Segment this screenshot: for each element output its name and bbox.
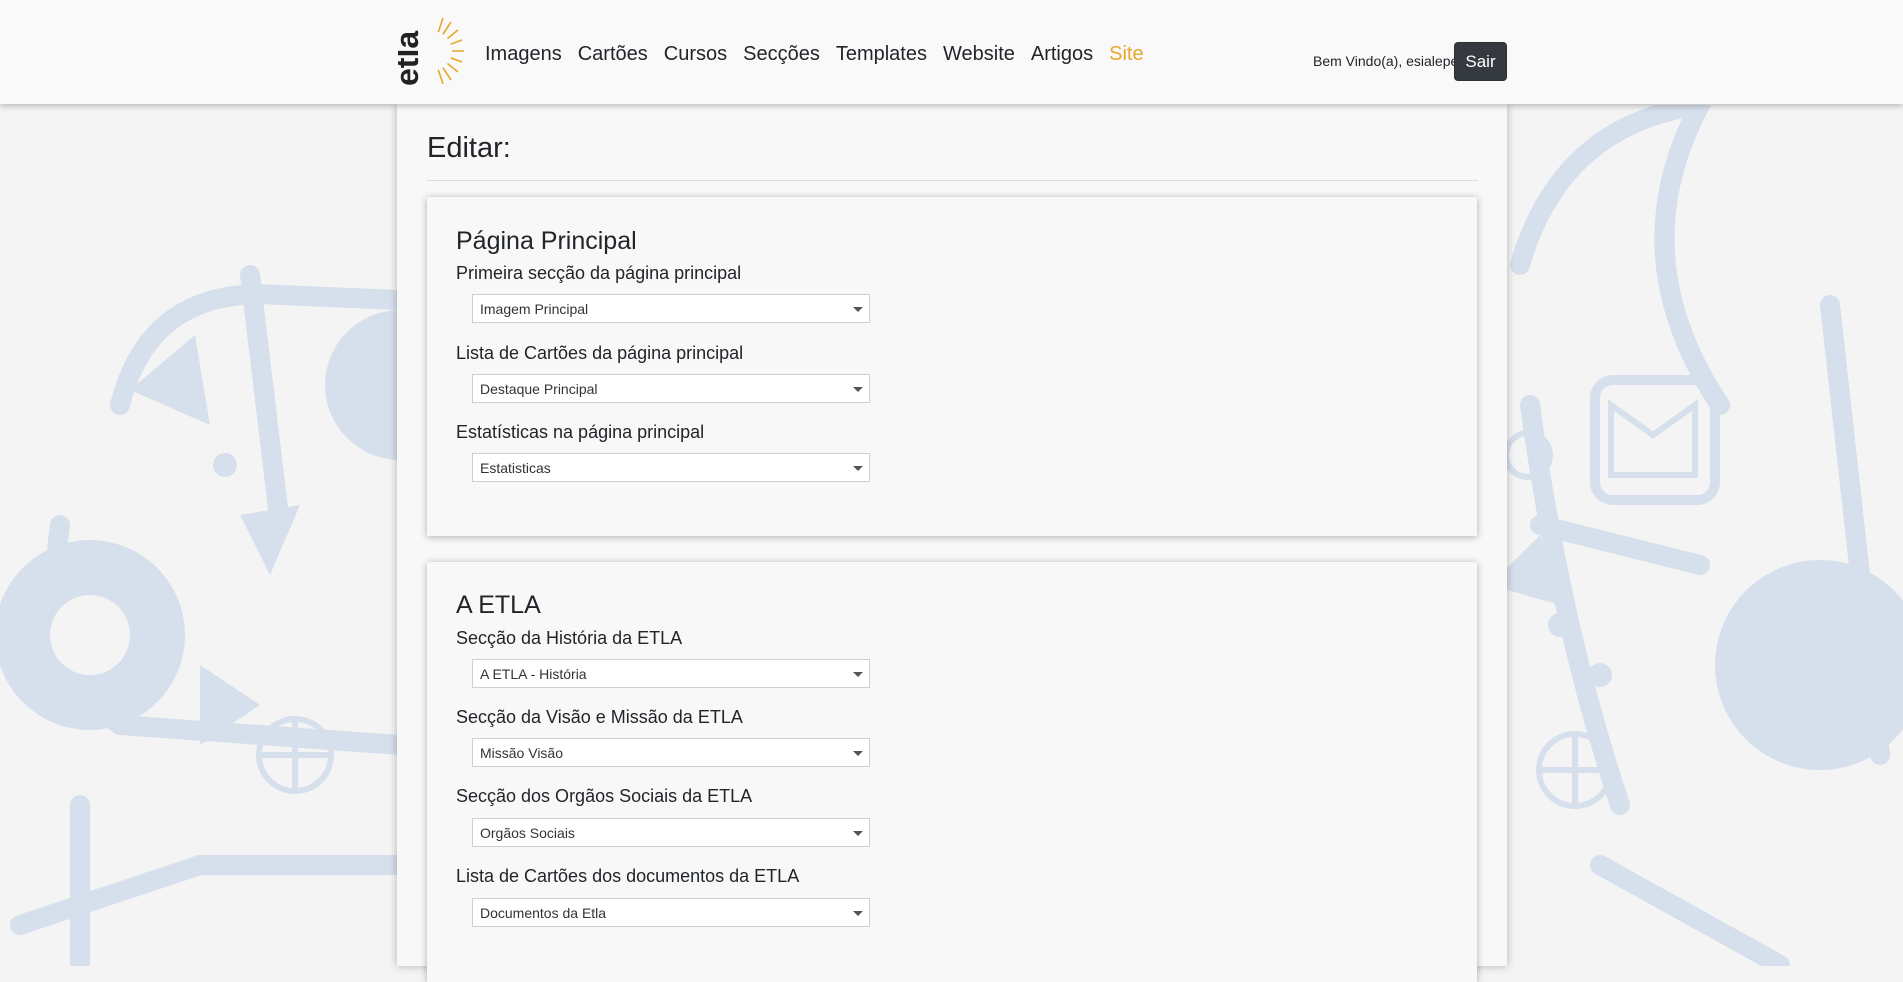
caret-down-icon xyxy=(853,307,863,312)
select-value: Orgãos Sociais xyxy=(480,825,575,841)
select-value: Documentos da Etla xyxy=(480,905,607,921)
nav-imagens[interactable]: Imagens xyxy=(485,40,562,68)
page-title: Editar: xyxy=(427,132,511,164)
card-title: Página Principal xyxy=(456,227,637,255)
field-label: Secção dos Orgãos Sociais da ETLA xyxy=(456,786,753,806)
main-container: Editar: Página Principal Primeira secção… xyxy=(397,104,1507,982)
select-lista-cartoes[interactable]: Destaque Principal xyxy=(472,374,870,403)
caret-down-icon xyxy=(853,831,863,836)
field-label: Lista de Cartões da página principal xyxy=(456,343,744,363)
svg-text:etla: etla xyxy=(398,31,425,86)
select-estatisticas[interactable]: Estatisticas xyxy=(472,453,870,482)
caret-down-icon xyxy=(853,751,863,756)
caret-down-icon xyxy=(853,911,863,916)
logout-button[interactable]: Sair xyxy=(1454,42,1507,81)
select-value: Imagem Principal xyxy=(480,301,589,317)
card-a-etla: A ETLA Secção da História da ETLA A ETLA… xyxy=(427,562,1477,982)
select-primeira-seccao[interactable]: Imagem Principal xyxy=(472,294,870,323)
caret-down-icon xyxy=(853,387,863,392)
nav-artigos[interactable]: Artigos xyxy=(1031,40,1093,68)
main-nav: Imagens Cartões Cursos Secções Templates… xyxy=(485,40,1160,68)
card-title: A ETLA xyxy=(456,591,541,619)
field-label: Lista de Cartões dos documentos da ETLA xyxy=(456,866,800,886)
select-historia[interactable]: A ETLA - História xyxy=(472,659,870,688)
nav-cursos[interactable]: Cursos xyxy=(664,40,727,68)
nav-templates[interactable]: Templates xyxy=(836,40,927,68)
welcome-text: Bem Vindo(a), esialepe xyxy=(1313,53,1459,69)
select-visao-missao[interactable]: Missão Visão xyxy=(472,738,870,767)
field-label: Secção da Visão e Missão da ETLA xyxy=(456,707,743,727)
select-value: A ETLA - História xyxy=(480,666,587,682)
nav-cartoes[interactable]: Cartões xyxy=(578,40,648,68)
caret-down-icon xyxy=(853,672,863,677)
select-value: Missão Visão xyxy=(480,745,564,761)
select-value: Estatisticas xyxy=(480,460,551,476)
card-pagina-principal: Página Principal Primeira secção da pági… xyxy=(427,197,1477,536)
nav-site[interactable]: Site xyxy=(1109,40,1143,68)
field-label: Estatísticas na página principal xyxy=(456,422,705,442)
nav-seccoes[interactable]: Secções xyxy=(743,40,820,68)
nav-website[interactable]: Website xyxy=(943,40,1015,68)
select-value: Destaque Principal xyxy=(480,381,598,397)
field-label: Primeira secção da página principal xyxy=(456,263,742,283)
etla-logo[interactable]: etla xyxy=(398,16,466,86)
top-navbar: etla Imagens Cartões Cursos Secções Temp… xyxy=(0,0,1903,104)
title-divider xyxy=(427,180,1478,181)
field-label: Secção da História da ETLA xyxy=(456,628,683,648)
select-orgaos-sociais[interactable]: Orgãos Sociais xyxy=(472,818,870,847)
caret-down-icon xyxy=(853,466,863,471)
select-documentos[interactable]: Documentos da Etla xyxy=(472,898,870,927)
